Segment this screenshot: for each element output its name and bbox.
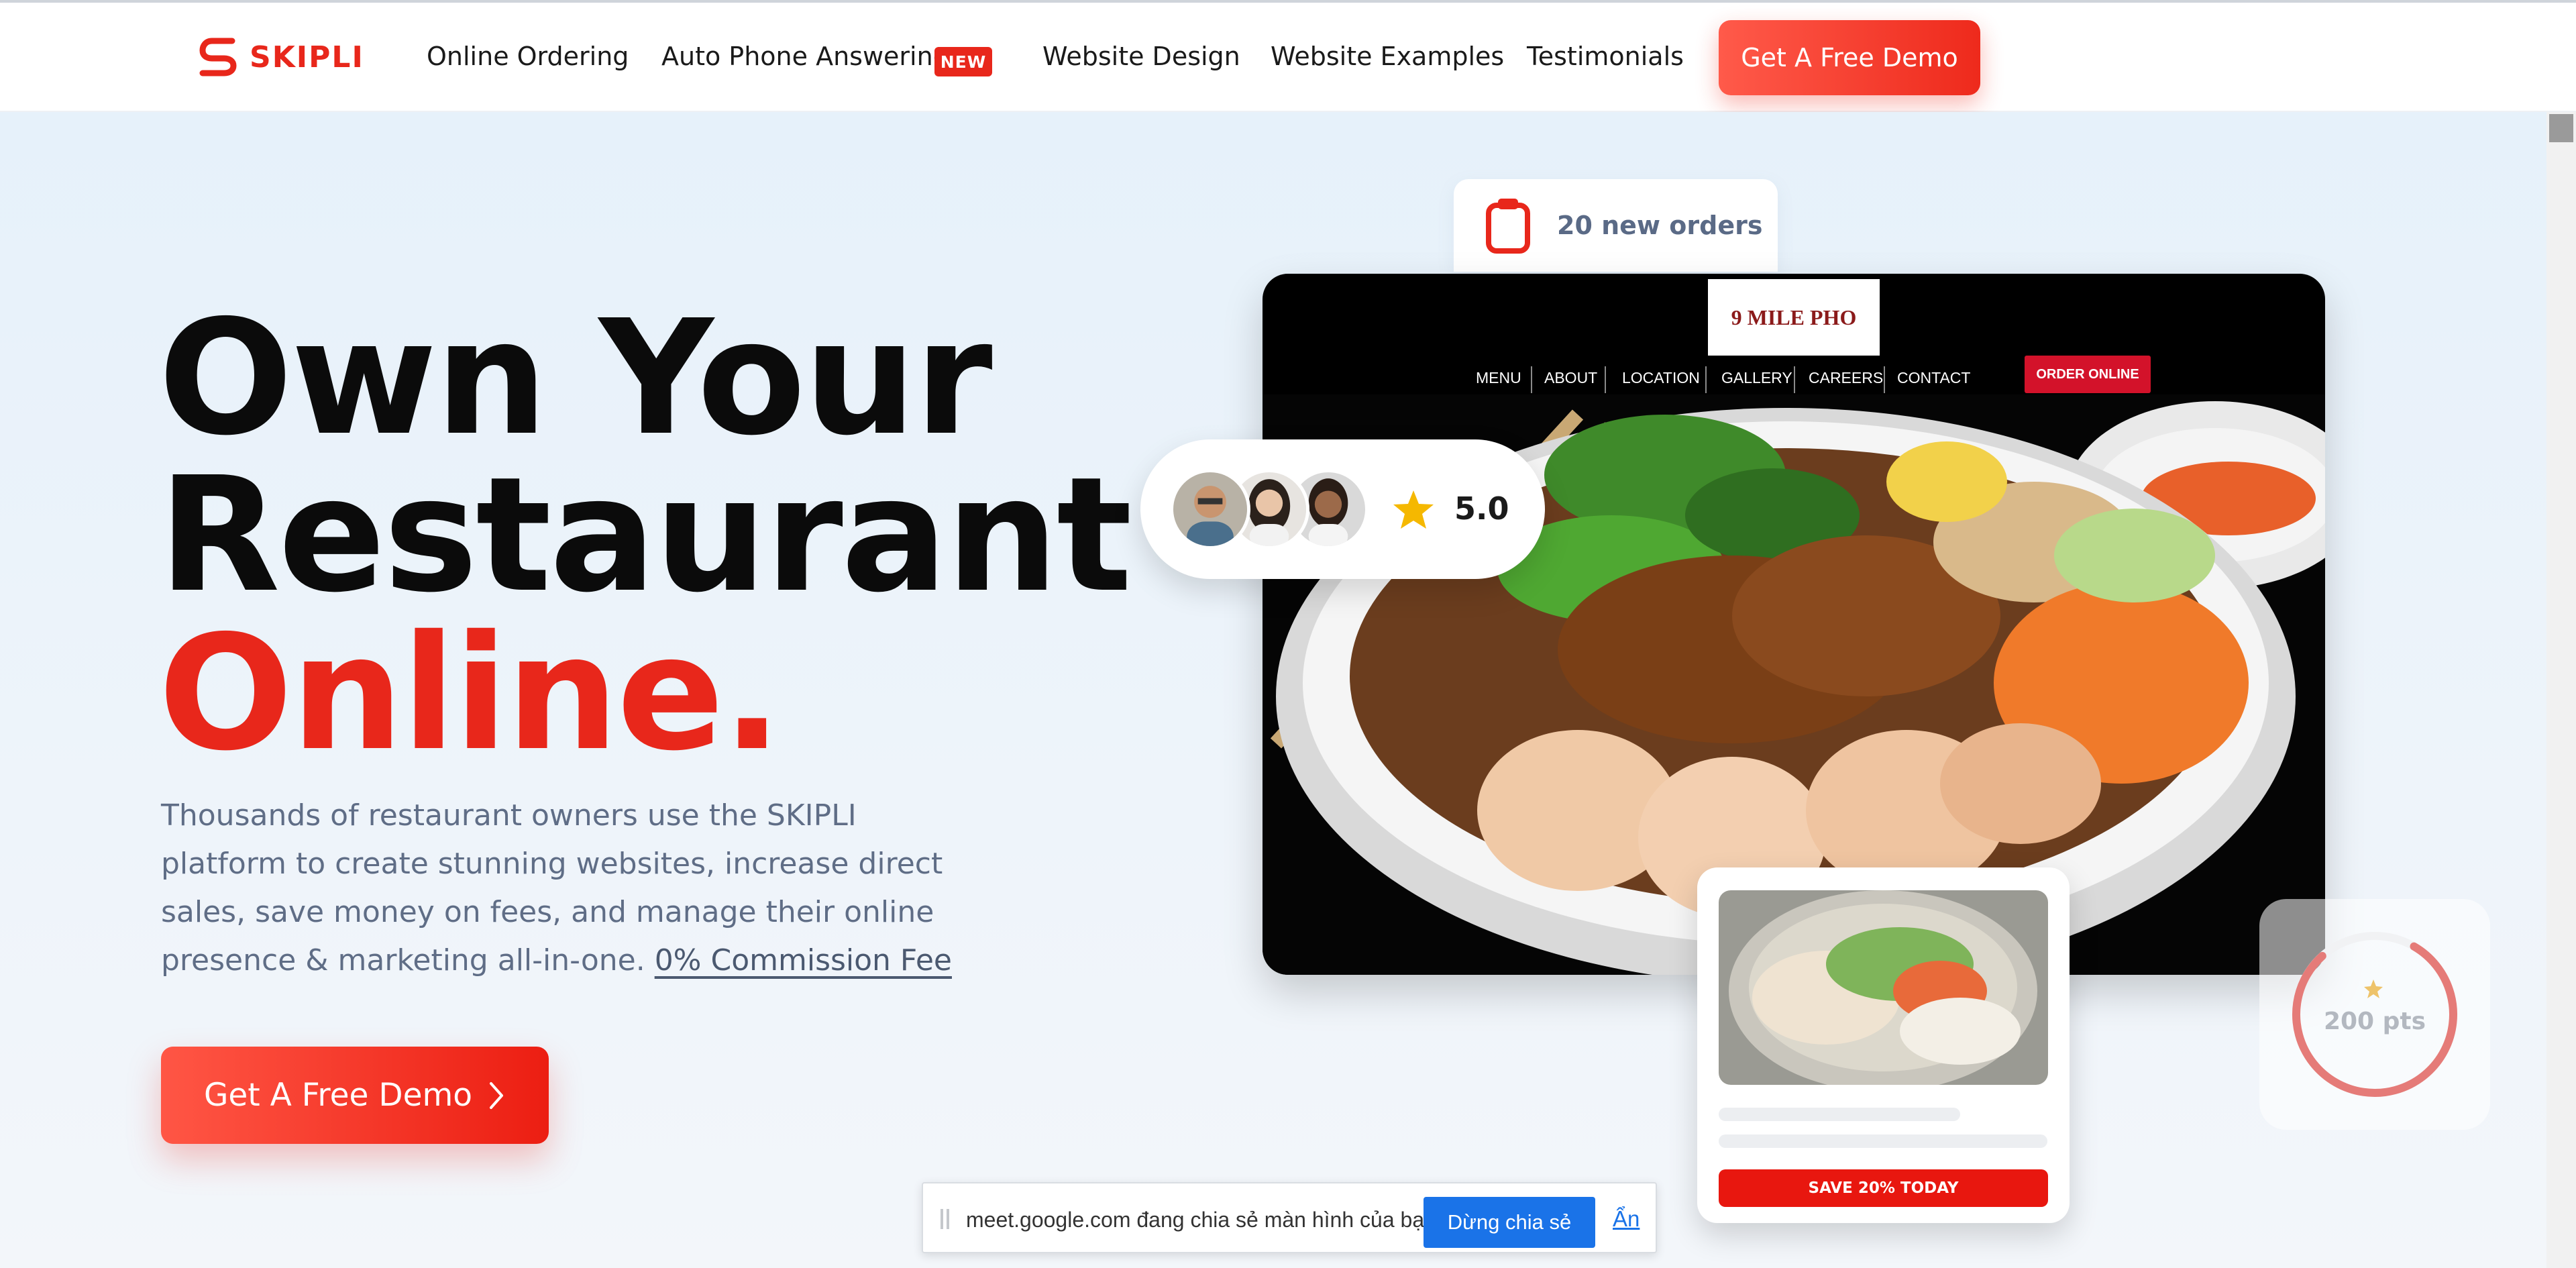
hide-share-bar-link[interactable]: Ẩn [1613,1206,1640,1232]
nav-website-examples[interactable]: Website Examples [1271,42,1504,71]
nav-divider [1884,366,1885,393]
nav-divider [1605,366,1606,393]
nav-divider [1705,366,1707,393]
new-badge: NEW [934,47,992,76]
hero-free-demo-button[interactable]: Get A Free Demo [161,1047,549,1144]
screen-share-bar: meet.google.com đang chia sẻ màn hình củ… [922,1182,1657,1253]
restaurant-nav-location[interactable]: LOCATION [1622,369,1700,387]
promo-card: SAVE 20% TODAY [1697,867,2070,1223]
header-free-demo-button[interactable]: Get A Free Demo [1719,20,1980,95]
screen-share-message: meet.google.com đang chia sẻ màn hình củ… [966,1208,1442,1232]
nav-divider [1531,366,1532,393]
customer-avatar [1170,469,1250,549]
skipli-logo[interactable]: SKIPLI [197,34,364,81]
restaurant-nav-menu[interactable]: MENU [1476,369,1521,387]
commission-fee-link[interactable]: 0% Commission Fee [655,943,952,978]
restaurant-logo-text: 9 MILE PHO [1731,305,1857,329]
star-icon [1393,490,1434,529]
headline-line-2: Restaurant [158,443,1132,627]
skeleton-line [1719,1108,1960,1121]
hero-cta-label: Get A Free Demo [203,1077,473,1114]
restaurant-nav-gallery[interactable]: GALLERY [1721,369,1792,387]
nav-auto-phone-answering[interactable]: Auto Phone Answering [661,42,949,71]
site-header: SKIPLI Online Ordering Auto Phone Answer… [0,3,2576,112]
scrollbar-thumb[interactable] [2549,114,2573,142]
salad-dish-image [1719,890,2048,1085]
headline-line-1: Own Your [158,286,993,470]
restaurant-nav-contact[interactable]: CONTACT [1897,369,1970,387]
logo-text: SKIPLI [250,40,364,74]
restaurant-nav: MENU ABOUT LOCATION GALLERY CAREERS CONT… [1263,361,2325,393]
nav-online-ordering[interactable]: Online Ordering [427,42,629,71]
chevron-right-icon [490,1081,504,1109]
nav-divider [1794,366,1795,393]
points-value: 200 pts [2323,1008,2426,1035]
nav-testimonials[interactable]: Testimonials [1527,42,1684,71]
clipboard-icon [1486,199,1530,254]
restaurant-order-online-button[interactable]: ORDER ONLINE [2025,356,2151,393]
rating-pill: 5.0 [1140,439,1545,579]
skipli-logo-icon [199,38,237,76]
rating-value: 5.0 [1454,490,1509,527]
restaurant-nav-careers[interactable]: CAREERS [1809,369,1883,387]
points-card: 200 pts [2259,899,2490,1130]
save-discount-button[interactable]: SAVE 20% TODAY [1719,1169,2048,1207]
new-orders-text: 20 new orders [1557,211,1763,240]
restaurant-logo[interactable]: 9 MILE PHO [1708,279,1880,356]
sparkle-star-icon [2364,980,2383,998]
headline-line-3: Online. [158,601,782,786]
skeleton-line [1719,1134,2047,1148]
restaurant-nav-about[interactable]: ABOUT [1544,369,1597,387]
new-orders-card: 20 new orders [1454,179,1778,272]
drag-handle-icon[interactable] [941,1209,951,1229]
stop-sharing-button[interactable]: Dừng chia sẻ [1424,1197,1595,1248]
page-scrollbar[interactable] [2546,112,2576,1268]
nav-website-design[interactable]: Website Design [1042,42,1240,71]
hero-subtext: Thousands of restaurant owners use the S… [161,792,973,985]
